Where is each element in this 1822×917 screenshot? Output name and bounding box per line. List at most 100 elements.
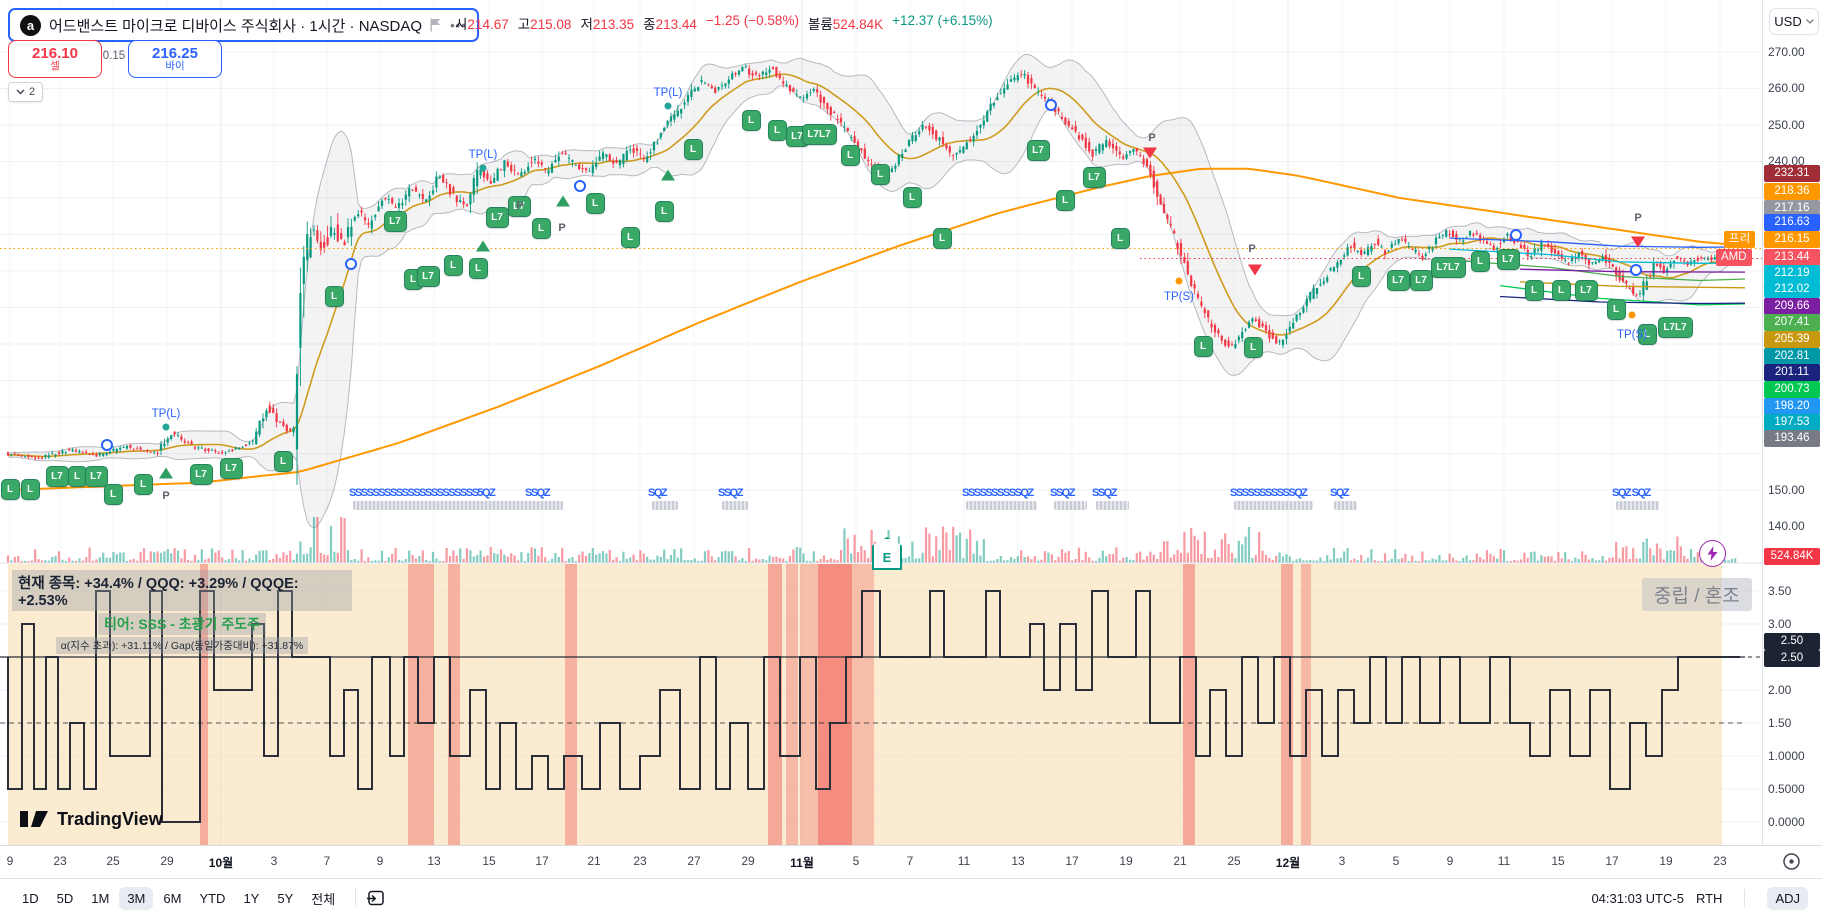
indicator-price-label: 216.15 xyxy=(1764,231,1820,248)
long-signal-badge[interactable]: L xyxy=(1524,280,1544,301)
indicator-price-label: 207.41 xyxy=(1764,314,1820,331)
adjusted-data-toggle[interactable]: ADJ xyxy=(1767,886,1808,910)
chevron-down-icon xyxy=(1805,19,1814,24)
range-button-ytd[interactable]: YTD xyxy=(191,887,233,910)
chevron-down-icon xyxy=(16,89,25,95)
alert-stripe xyxy=(786,564,798,845)
flag-icon[interactable] xyxy=(430,18,442,32)
long-signal-badge[interactable]: L xyxy=(1243,337,1263,358)
long-signal-badge[interactable]: L xyxy=(443,255,463,276)
volume-label: 볼륨 xyxy=(807,17,833,32)
long-signal-badge[interactable]: L7 xyxy=(1574,280,1598,301)
long-signal-badge[interactable]: L xyxy=(133,474,153,495)
long-signal-badge[interactable]: L xyxy=(1470,251,1490,272)
sell-button[interactable]: 216.10 셀 xyxy=(8,40,102,78)
long-signal-badge[interactable]: L xyxy=(932,228,952,249)
legend-collapse-toggle[interactable]: 2 xyxy=(8,82,44,102)
long-signal-badge[interactable]: L7L7 xyxy=(1430,257,1466,278)
long-signal-badge[interactable]: L xyxy=(683,139,703,160)
long-signal-badge[interactable]: L xyxy=(654,201,674,222)
indicator-price-label: 213.44 xyxy=(1764,249,1820,266)
go-to-date-icon[interactable] xyxy=(366,889,385,907)
clock-readout[interactable]: 04:31:03 UTC-5 xyxy=(1591,891,1684,906)
long-signal-badge[interactable]: L7 xyxy=(45,466,69,487)
spread-value: 0.15 xyxy=(102,50,126,62)
buy-triangle-icon[interactable] xyxy=(661,169,675,181)
buy-triangle-icon[interactable] xyxy=(159,467,173,479)
long-signal-badge[interactable]: L7 xyxy=(1386,270,1410,291)
sell-triangle-icon[interactable] xyxy=(1631,236,1645,248)
long-signal-badge[interactable]: L7L7 xyxy=(801,124,837,145)
buy-button[interactable]: 216.25 바이 xyxy=(128,40,222,78)
alert-stripe xyxy=(565,564,577,845)
tp-short-dot xyxy=(1628,311,1636,319)
long-signal-badge[interactable]: L xyxy=(67,466,87,487)
sell-triangle-icon[interactable] xyxy=(1143,147,1157,159)
long-signal-badge[interactable]: L7 xyxy=(1496,249,1520,270)
long-signal-badge[interactable]: L xyxy=(620,227,640,248)
range-selector: 1D 5D 1M 3M 6M YTD 1Y 5Y 전체 xyxy=(14,885,345,912)
long-signal-badge[interactable]: L xyxy=(870,164,890,185)
long-signal-badge[interactable]: L7 xyxy=(1026,140,1050,161)
time-tick: 5 xyxy=(1392,854,1400,868)
range-button-3m[interactable]: 3M xyxy=(119,886,154,910)
sell-triangle-icon[interactable] xyxy=(1248,264,1262,276)
long-signal-badge[interactable]: L7 xyxy=(416,266,440,287)
long-signal-badge[interactable]: L xyxy=(741,110,761,131)
long-signal-badge[interactable]: L xyxy=(0,479,20,500)
long-signal-badge[interactable]: L xyxy=(20,479,40,500)
range-button-1y[interactable]: 1Y xyxy=(235,887,267,910)
indicator-line3: α(지수 초과): +31.11% / Gap(동일가중대비): +31.87% xyxy=(55,637,309,654)
long-signal-badge[interactable]: L7 xyxy=(1082,167,1106,188)
long-signal-badge[interactable]: L xyxy=(1551,280,1571,301)
long-signal-badge[interactable]: L7 xyxy=(84,466,108,487)
squeeze-signal-sub xyxy=(722,501,749,510)
long-signal-badge[interactable]: L7 xyxy=(1409,270,1433,291)
long-signal-badge[interactable]: L7 xyxy=(485,207,509,228)
range-button-5d[interactable]: 5D xyxy=(49,887,82,910)
long-signal-badge[interactable]: L xyxy=(1055,190,1075,211)
long-signal-badge[interactable]: L xyxy=(324,286,344,307)
long-signal-badge[interactable]: L xyxy=(1606,299,1626,320)
range-button-1d[interactable]: 1D xyxy=(14,887,47,910)
symbol-legend[interactable]: a 어드밴스트 마이크로 디바이스 주식회사 · 1시간 · NASDAQ ••… xyxy=(8,8,479,42)
pivot-label: P xyxy=(1148,132,1156,144)
range-button-1m[interactable]: 1M xyxy=(83,887,117,910)
time-tick: 29 xyxy=(160,854,174,868)
entry-circle-icon xyxy=(1045,99,1057,111)
long-signal-badge[interactable]: L xyxy=(1351,266,1371,287)
currency-selector[interactable]: USD xyxy=(1769,8,1819,35)
long-signal-badge[interactable]: L xyxy=(1193,336,1213,357)
long-signal-badge[interactable]: L7 xyxy=(189,464,213,485)
long-signal-badge[interactable]: L xyxy=(1110,228,1130,249)
time-tick: 29 xyxy=(741,854,755,868)
long-signal-badge[interactable]: L xyxy=(585,193,605,214)
tradingview-logo[interactable]: TradingView xyxy=(20,808,163,830)
long-signal-badge[interactable]: L7 xyxy=(219,458,243,479)
axis-settings-gear-icon[interactable] xyxy=(1782,852,1801,871)
indicator-line1: 현재 종목: +34.4% / QQQ: +3.29% / QQQE: +2.5… xyxy=(12,570,352,611)
long-signal-badge[interactable]: L xyxy=(767,120,787,141)
long-signal-badge[interactable]: L7 xyxy=(383,211,407,232)
range-button-6m[interactable]: 6M xyxy=(155,887,189,910)
long-signal-badge[interactable]: L xyxy=(531,218,551,239)
long-signal-badge[interactable]: L xyxy=(840,145,860,166)
pivot-label: P xyxy=(1248,243,1256,255)
tradingview-app: a 어드밴스트 마이크로 디바이스 주식회사 · 1시간 · NASDAQ ••… xyxy=(0,0,1822,917)
buy-triangle-icon[interactable] xyxy=(556,195,570,207)
instant-order-icon[interactable] xyxy=(1699,540,1726,567)
long-signal-badge[interactable]: L xyxy=(468,258,488,279)
long-signal-badge[interactable]: L xyxy=(902,187,922,208)
buy-triangle-icon[interactable] xyxy=(476,240,490,252)
long-signal-badge[interactable]: L7L7 xyxy=(1657,317,1693,338)
long-signal-badge[interactable]: L xyxy=(103,484,123,505)
session-toggle[interactable]: RTH xyxy=(1696,891,1722,906)
time-tick: 11 xyxy=(1497,854,1511,868)
symbol-title[interactable]: 어드밴스트 마이크로 디바이스 주식회사 · 1시간 · NASDAQ xyxy=(49,15,422,36)
squeeze-signal-text: SSSSSSSSSSSQZ xyxy=(1230,487,1308,499)
entry-circle-icon xyxy=(1630,264,1642,276)
range-button-전체[interactable]: 전체 xyxy=(303,885,343,912)
range-button-5y[interactable]: 5Y xyxy=(269,887,301,910)
price-tick: 270.00 xyxy=(1768,45,1805,59)
long-signal-badge[interactable]: L xyxy=(273,451,293,472)
